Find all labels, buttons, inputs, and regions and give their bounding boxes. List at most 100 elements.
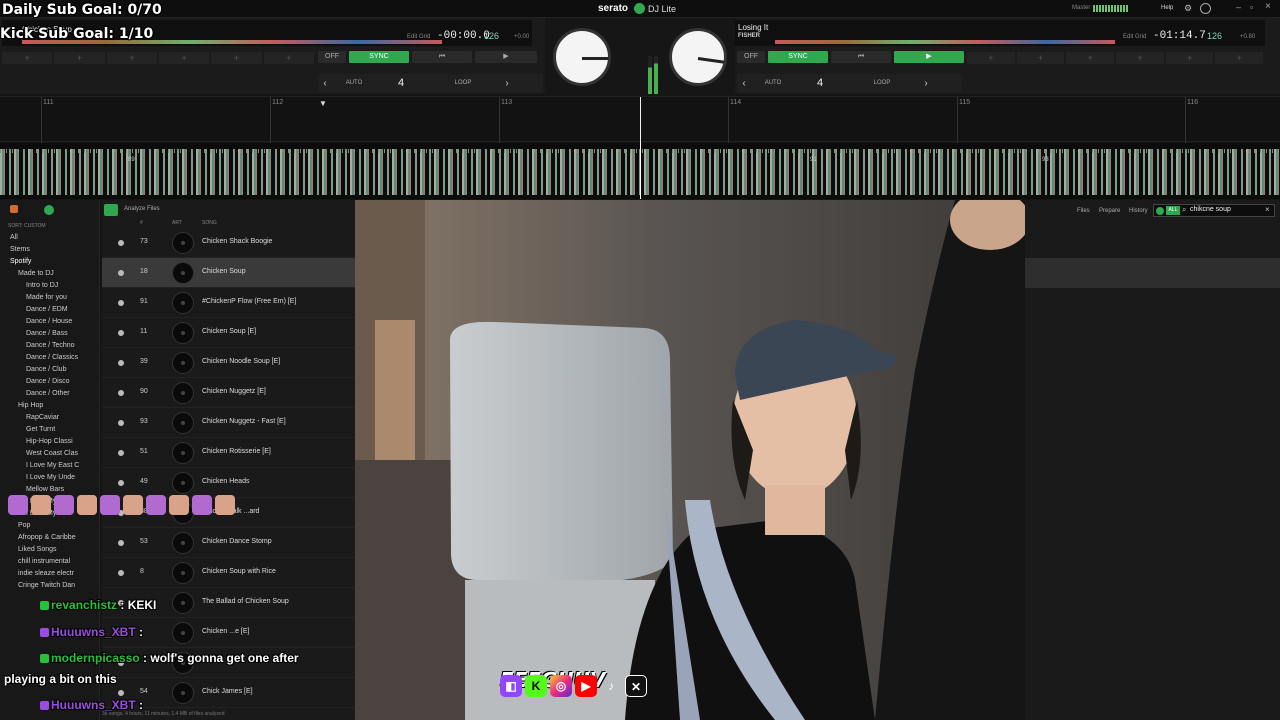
crate-item[interactable]: Dance / Classics	[0, 352, 99, 364]
cue-pad[interactable]: +	[54, 52, 105, 64]
analyze-files-button[interactable]: Analyze Files	[124, 206, 160, 212]
deck-a-sync-button[interactable]: SYNC	[349, 51, 409, 63]
crate-item[interactable]: Get Turnt	[0, 424, 99, 436]
deck-b-sync-button[interactable]: SYNC	[768, 51, 828, 63]
table-row[interactable]: 53 Chicken Dance Stomp	[102, 528, 355, 558]
crate-item[interactable]: Cringe Twitch Dan	[0, 580, 99, 592]
table-row[interactable]: 11 Chicken Soup [E]	[102, 318, 355, 348]
chat-username[interactable]: Huuuwns_XBT	[51, 698, 136, 712]
loop-prev-icon[interactable]: ‹	[318, 78, 332, 89]
table-row[interactable]: 73 Chicken Shack Boogie	[102, 228, 355, 258]
crate-item[interactable]: Made for you	[0, 292, 99, 304]
deck-a-sync-off[interactable]: OFF	[318, 51, 346, 63]
crate-item[interactable]: Made to DJ	[0, 268, 99, 280]
crate-item[interactable]: Afropop & Caribbe	[0, 532, 99, 544]
search-all-toggle[interactable]: ALL	[1166, 206, 1180, 215]
crate-item[interactable]: Stems	[0, 244, 99, 256]
crate-item[interactable]: chill instrumental	[0, 556, 99, 568]
tab-history[interactable]: History	[1129, 208, 1148, 214]
deck-b-platter[interactable]	[669, 28, 727, 86]
table-row[interactable]: 49 Chicken Heads	[102, 468, 355, 498]
crate-item[interactable]: Intro to DJ	[0, 280, 99, 292]
table-row[interactable]: 51 Chicken Rotisserie [E]	[102, 438, 355, 468]
crate-item[interactable]: Dance / Other	[0, 388, 99, 400]
loop-next-icon[interactable]: ›	[919, 78, 933, 89]
table-row[interactable]: 39 Chicken Noodle Soup [E]	[102, 348, 355, 378]
crate-item[interactable]: indie sleaze electr	[0, 568, 99, 580]
chat-username[interactable]: revanchistz	[51, 598, 117, 612]
crate-item[interactable]: West Coast Clas	[0, 448, 99, 460]
deck-b-edit-grid[interactable]: Edit Grid	[1123, 34, 1146, 40]
column-song[interactable]: SONG	[202, 220, 217, 226]
chat-username[interactable]: Huuuwns_XBT	[51, 625, 136, 639]
column-num[interactable]: #	[140, 220, 143, 226]
deck-b-auto-loop[interactable]: AUTO	[753, 80, 793, 86]
settings-icon[interactable]: ⚙	[1184, 3, 1192, 14]
loop-next-icon[interactable]: ›	[500, 78, 514, 89]
deck-a-auto-loop[interactable]: AUTO	[334, 80, 374, 86]
crate-item[interactable]: Hip-Hop Classi	[0, 436, 99, 448]
close-icon[interactable]: ×	[1265, 1, 1271, 12]
minimize-icon[interactable]: –	[1236, 2, 1241, 12]
maximize-icon[interactable]: ▫	[1250, 2, 1253, 12]
crate-item[interactable]: Dance / Club	[0, 364, 99, 376]
table-row[interactable]: 90 Chicken Nuggetz [E]	[102, 378, 355, 408]
main-waveform[interactable]: 89 91 93	[0, 143, 1280, 199]
cue-pad[interactable]: +	[211, 52, 262, 64]
deck-b-overview[interactable]	[775, 40, 1115, 44]
deck-b-cue-button[interactable]: ⏮	[831, 51, 891, 63]
cue-pad[interactable]: +	[2, 52, 53, 64]
crate-item[interactable]: Dance / Techno	[0, 340, 99, 352]
deck-a-edit-grid[interactable]: Edit Grid	[407, 34, 430, 40]
search-input[interactable]: chikcne soup	[1190, 206, 1231, 213]
deck-a-play-button[interactable]: ▶	[475, 51, 537, 63]
deck-a-loop-size[interactable]: 4	[376, 77, 426, 89]
help-button[interactable]: Help	[1161, 5, 1173, 11]
track-title: Chicken Rotisserie [E]	[202, 448, 271, 455]
loop-prev-icon[interactable]: ‹	[737, 78, 751, 89]
deck-a-platter[interactable]	[553, 28, 611, 86]
crate-item[interactable]: Hip Hop	[0, 400, 99, 412]
crate-icon[interactable]	[10, 205, 18, 213]
tab-files[interactable]: Files	[1077, 208, 1090, 214]
cue-pad[interactable]: +	[158, 52, 210, 64]
crate-item[interactable]: All	[0, 232, 99, 244]
account-icon[interactable]	[1200, 3, 1211, 14]
cue-pad[interactable]: +	[106, 52, 157, 64]
table-row[interactable]: 18 Chicken Soup	[102, 258, 355, 288]
crate-item[interactable]: RapCaviar	[0, 412, 99, 424]
add-crate-icon[interactable]	[44, 205, 54, 215]
crate-item[interactable]: Dance / Disco	[0, 376, 99, 388]
crate-item[interactable]: Pop	[0, 520, 99, 532]
cue-pad[interactable]: +	[1165, 52, 1214, 64]
deck-b-sync-off[interactable]: OFF	[737, 51, 765, 63]
deck-a-loop-button[interactable]: LOOP	[428, 80, 498, 86]
cue-pad[interactable]: +	[263, 52, 314, 64]
deck-b-loop-button[interactable]: LOOP	[847, 80, 917, 86]
crate-item[interactable]: Dance / EDM	[0, 304, 99, 316]
deck-b-play-button[interactable]: ▶	[894, 51, 964, 63]
table-row[interactable]: 8 Chicken Soup with Rice	[102, 558, 355, 588]
column-art[interactable]: ART	[172, 220, 182, 226]
cue-pad[interactable]: +	[1116, 52, 1164, 64]
crate-item[interactable]: I Love My East C	[0, 460, 99, 472]
crate-item[interactable]: Liked Songs	[0, 544, 99, 556]
tab-prepare[interactable]: Prepare	[1099, 208, 1120, 214]
cue-pad[interactable]: +	[1066, 52, 1115, 64]
search-filter-icon[interactable]	[1156, 207, 1164, 215]
deck-b-loop-size[interactable]: 4	[795, 77, 845, 89]
crate-item[interactable]: I Love My Unde	[0, 472, 99, 484]
deck-a-cue-button[interactable]: ⏮	[412, 51, 472, 63]
table-row[interactable]: 91 #ChickenP Flow (Free Em) [E]	[102, 288, 355, 318]
crate-item[interactable]: Dance / Bass	[0, 328, 99, 340]
table-row[interactable]: 93 Chicken Nuggetz - Fast [E]	[102, 408, 355, 438]
crate-item[interactable]: Dance / House	[0, 316, 99, 328]
chat-username[interactable]: modernpicasso	[51, 651, 140, 665]
crate-item[interactable]: Spotify	[0, 256, 99, 268]
cue-pad[interactable]: +	[967, 52, 1015, 64]
cue-pad[interactable]: +	[1215, 52, 1264, 64]
search-clear-icon[interactable]: ×	[1265, 205, 1270, 214]
cue-pad[interactable]: +	[1016, 52, 1065, 64]
list-view-icon[interactable]	[104, 204, 118, 216]
search-box[interactable]: ALL ⌕ chikcne soup ×	[1153, 204, 1275, 217]
